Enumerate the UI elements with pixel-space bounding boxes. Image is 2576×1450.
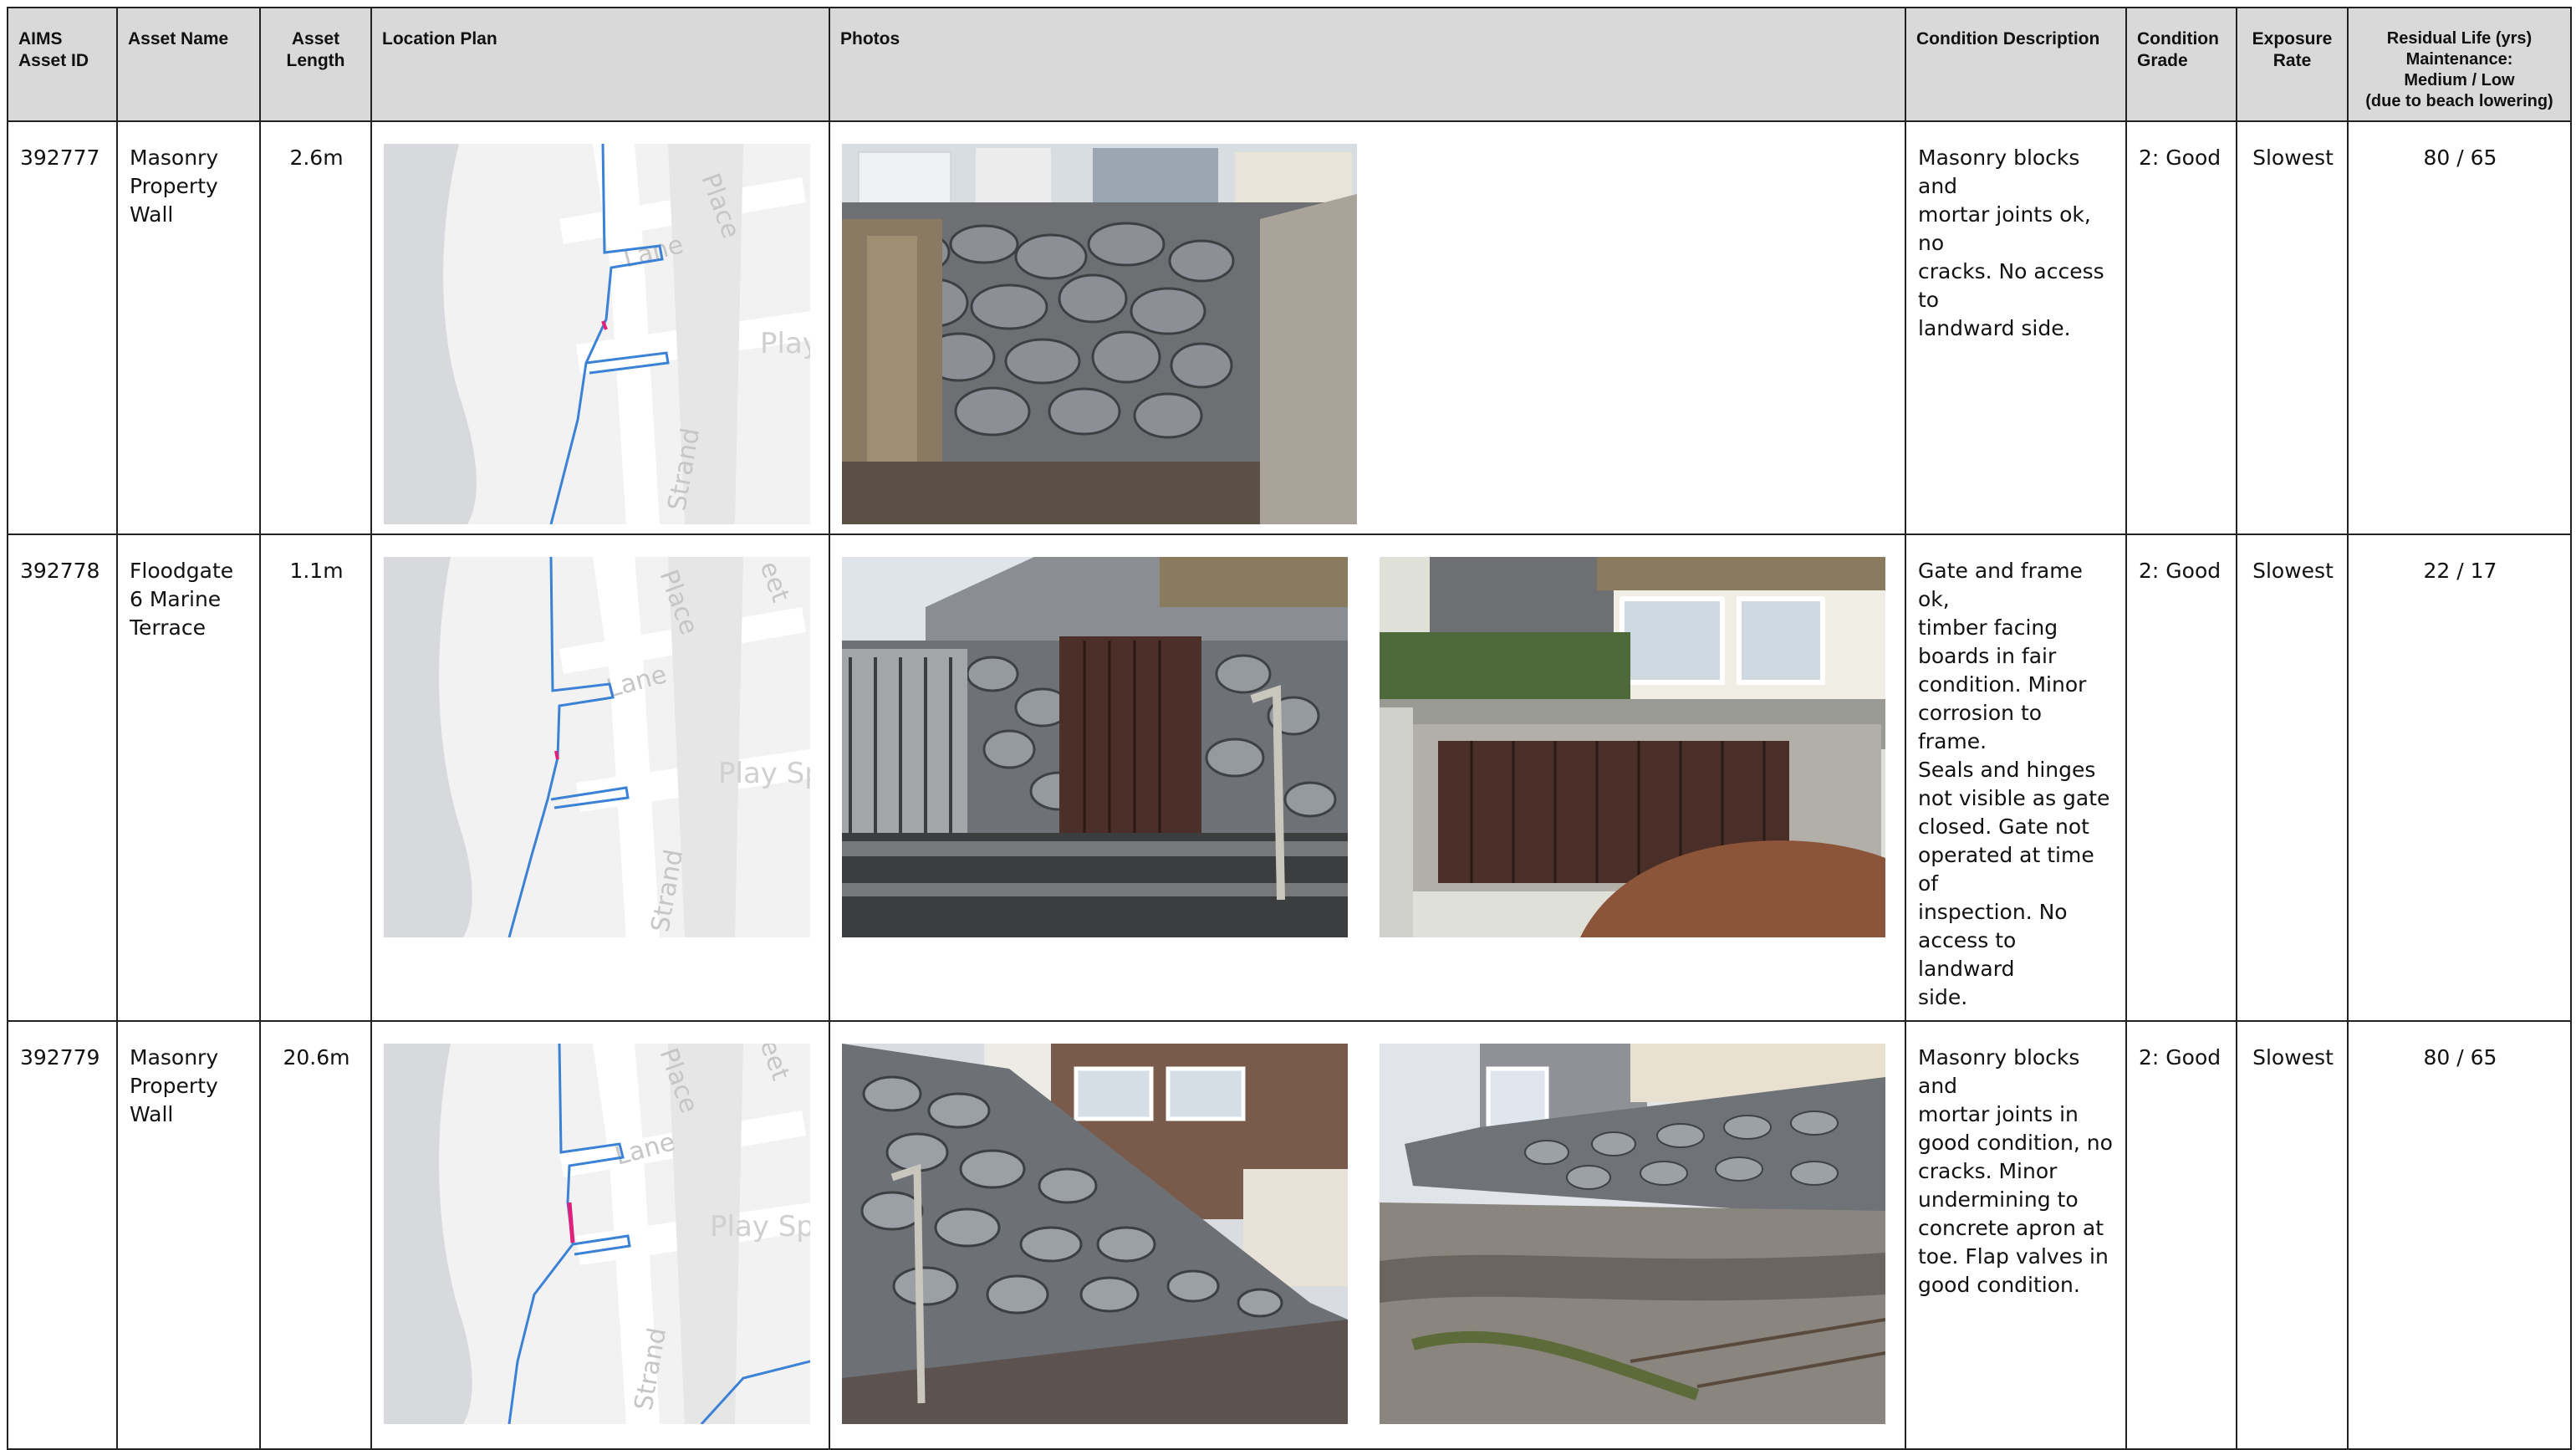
asset-length: 20.6m xyxy=(259,1020,372,1450)
residual-life: 80 / 65 xyxy=(2347,1020,2572,1450)
svg-text:Play Sp: Play Sp xyxy=(760,327,810,360)
asset-length: 1.1m xyxy=(259,534,372,1022)
header-residual-life: Residual Life (yrs) Maintenance: Medium … xyxy=(2347,7,2572,122)
photos-cell xyxy=(829,534,1906,1022)
condition-grade: 2: Good xyxy=(2125,120,2237,535)
header-condition-grade: Condition Grade xyxy=(2125,7,2237,122)
table-row: 392777 Masonry Property Wall 2.6m Place … xyxy=(7,120,2572,535)
exposure-rate: Slowest xyxy=(2236,1020,2349,1450)
masonry-wall-photo xyxy=(842,144,1357,524)
header-photos: Photos xyxy=(829,7,1906,122)
residual-life: 80 / 65 xyxy=(2347,120,2572,535)
asset-inspection-sheet: AIMS Asset ID Asset Name Asset Length Lo… xyxy=(7,7,2572,1450)
location-map: Place eet Lane Play Sp Strand xyxy=(384,1044,810,1424)
asset-name: Masonry Property Wall xyxy=(116,1020,261,1450)
asset-id: 392777 xyxy=(7,120,118,535)
header-condition-description: Condition Description xyxy=(1905,7,2127,122)
header-asset-id: AIMS Asset ID xyxy=(7,7,118,122)
photos-cell xyxy=(829,1020,1906,1450)
svg-text:Play Sp: Play Sp xyxy=(710,1210,810,1243)
svg-text:Play Sp: Play Sp xyxy=(718,757,810,790)
exposure-rate: Slowest xyxy=(2236,534,2349,1022)
exposure-rate: Slowest xyxy=(2236,120,2349,535)
asset-name: Floodgate 6 Marine Terrace xyxy=(116,534,261,1022)
location-map: Place eet Lane Play Sp Strand xyxy=(384,557,810,937)
asset-table: AIMS Asset ID Asset Name Asset Length Lo… xyxy=(7,7,2572,1450)
header-location-plan: Location Plan xyxy=(370,7,830,122)
condition-grade: 2: Good xyxy=(2125,534,2237,1022)
header-asset-length: Asset Length xyxy=(259,7,372,122)
header-asset-name: Asset Name xyxy=(116,7,261,122)
wall-apron-photo xyxy=(1380,1044,1885,1424)
table-row: 392779 Masonry Property Wall 20.6m Place… xyxy=(7,1020,2572,1450)
condition-description: Gate and frame ok, timber facing boards … xyxy=(1905,534,2127,1022)
table-row: 392778 Floodgate 6 Marine Terrace 1.1m P… xyxy=(7,534,2572,1022)
location-plan-cell: Place eet Lane Play Sp Strand xyxy=(370,1020,830,1450)
long-wall-photo xyxy=(842,1044,1348,1424)
floodgate-front-photo xyxy=(842,557,1348,937)
condition-description: Masonry blocks and mortar joints in good… xyxy=(1905,1020,2127,1450)
floodgate-detail-photo xyxy=(1380,557,1885,937)
location-plan-cell: Place eet Lane Play Sp Strand xyxy=(370,534,830,1022)
asset-id: 392779 xyxy=(7,1020,118,1450)
asset-id: 392778 xyxy=(7,534,118,1022)
asset-length: 2.6m xyxy=(259,120,372,535)
header-row: AIMS Asset ID Asset Name Asset Length Lo… xyxy=(7,7,2572,122)
condition-description: Masonry blocks and mortar joints ok, no … xyxy=(1905,120,2127,535)
location-plan-cell: Place Lane Play Sp Strand xyxy=(370,120,830,535)
header-exposure-rate: Exposure Rate xyxy=(2236,7,2349,122)
photos-cell xyxy=(829,120,1906,535)
asset-name: Masonry Property Wall xyxy=(116,120,261,535)
residual-life: 22 / 17 xyxy=(2347,534,2572,1022)
location-map: Place Lane Play Sp Strand xyxy=(384,144,810,524)
condition-grade: 2: Good xyxy=(2125,1020,2237,1450)
